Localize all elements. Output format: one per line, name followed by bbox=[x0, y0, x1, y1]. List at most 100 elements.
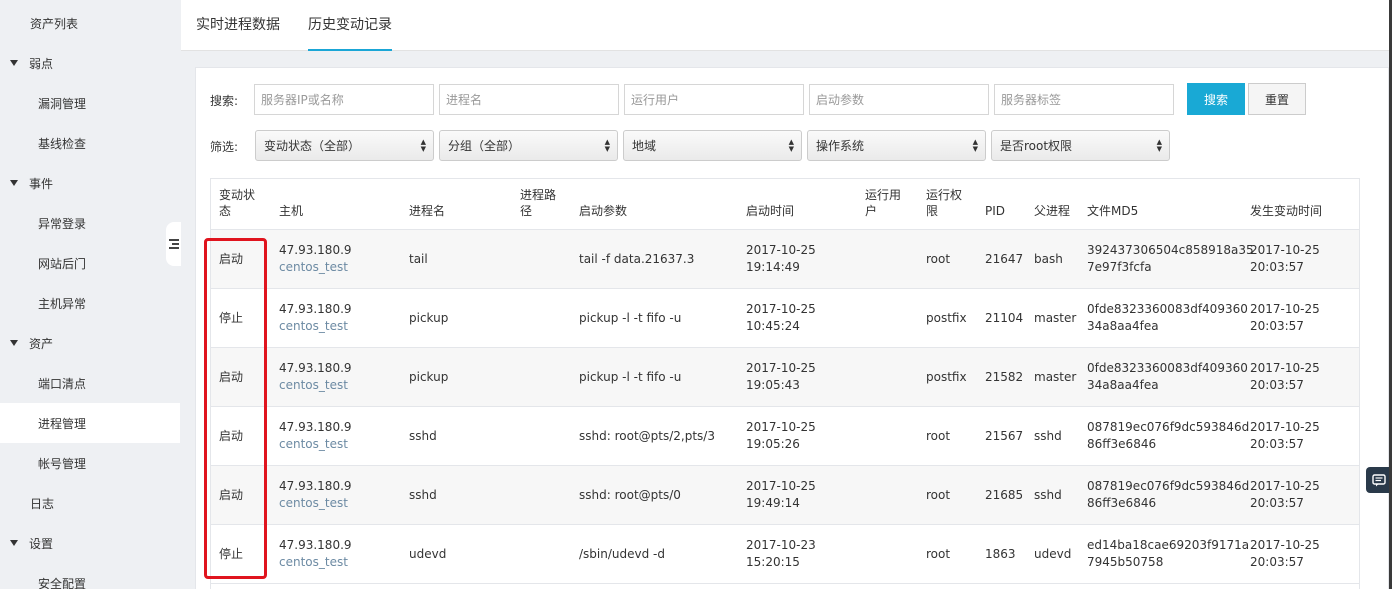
sidebar-item-process-manage[interactable]: 进程管理 bbox=[0, 403, 180, 443]
header-line: 发生变动时间 bbox=[1250, 204, 1323, 218]
table-row[interactable]: 启动 47.93.180.9 centos_test pickup pickup -l … bbox=[211, 348, 1359, 407]
server-ip-input[interactable] bbox=[254, 84, 434, 115]
column-header-start[interactable]: 启动时间 bbox=[746, 203, 794, 219]
select-value: 地域 bbox=[632, 139, 657, 153]
host-name-link[interactable]: centos_test bbox=[279, 259, 352, 276]
caret-down-icon bbox=[10, 340, 18, 346]
tab-realtime-process[interactable]: 实时进程数据 bbox=[196, 0, 280, 51]
column-header-proc[interactable]: 进程名 bbox=[409, 203, 445, 219]
sidebar-item-log[interactable]: 日志 bbox=[0, 483, 180, 523]
sidebar-item-weakness[interactable]: 弱点 bbox=[0, 43, 180, 83]
change-status-select[interactable]: 变动状态（全部） ▲ ▼ bbox=[255, 130, 434, 161]
cell-text: 2017-10-25 bbox=[1250, 420, 1320, 434]
column-header-user[interactable]: 运行用户 bbox=[865, 187, 901, 219]
permission-cell: postfix bbox=[926, 310, 967, 327]
header-line: 运行权 bbox=[926, 188, 963, 202]
select-arrows-icon: ▲ ▼ bbox=[420, 138, 426, 153]
sidebar-item-host-abnormal[interactable]: 主机异常 bbox=[0, 283, 180, 323]
process-name-input[interactable] bbox=[439, 84, 619, 115]
cell-text: 47.93.180.9 bbox=[279, 479, 352, 493]
cell-text: 0fde8323360083df409360 bbox=[1087, 302, 1248, 316]
cell-text: 21647 bbox=[985, 252, 1024, 266]
sidebar-item-port-inventory[interactable]: 端口清点 bbox=[0, 363, 180, 403]
host-cell: 47.93.180.9 centos_test bbox=[279, 242, 352, 276]
column-header-md5[interactable]: 文件MD5 bbox=[1087, 203, 1138, 219]
md5-cell: 392437306504c858918a35 7e97f3fcfa bbox=[1087, 242, 1254, 276]
table-row[interactable]: 停止 47.93.180.9 centos_test pickup pickup -l … bbox=[211, 289, 1359, 348]
column-header-status[interactable]: 变动状态 bbox=[219, 187, 255, 219]
host-cell: 47.93.180.9 centos_test bbox=[279, 360, 352, 394]
cell-text: 47.93.180.9 bbox=[279, 538, 352, 552]
sidebar-item-event[interactable]: 事件 bbox=[0, 163, 180, 203]
column-header-path[interactable]: 进程路径 bbox=[520, 187, 556, 219]
start-time-cell: 2017-10-25 10:45:24 bbox=[746, 301, 816, 335]
process-history-table: 变动状态主机 进程名 进程路径启动参数 启动时间 运行用户运行权限 PID 父进程 文件MD5… bbox=[210, 178, 1360, 589]
run-user-input[interactable] bbox=[624, 84, 804, 115]
column-header-perm[interactable]: 运行权限 bbox=[926, 187, 962, 219]
cell-text: 47.93.180.9 bbox=[279, 243, 352, 257]
cell-text: 10:45:24 bbox=[746, 319, 800, 333]
reset-button[interactable]: 重置 bbox=[1248, 83, 1306, 115]
cell-text: 2017-10-25 bbox=[746, 420, 816, 434]
cell-text: root bbox=[926, 547, 951, 561]
host-name-link[interactable]: centos_test bbox=[279, 318, 352, 335]
root-permission-select[interactable]: 是否root权限 ▲ ▼ bbox=[991, 130, 1170, 161]
sidebar-item-vuln-manage[interactable]: 漏洞管理 bbox=[0, 83, 180, 123]
start-args-input[interactable] bbox=[809, 84, 989, 115]
header-line: 文件MD5 bbox=[1087, 204, 1139, 218]
sidebar-item-asset[interactable]: 资产 bbox=[0, 323, 180, 363]
tab-bar: 实时进程数据 历史变动记录 bbox=[181, 0, 1389, 51]
table-row[interactable]: 启动 47.93.180.9 centos_test sshd sshd: root@p… bbox=[211, 466, 1359, 525]
sidebar-item-security-config[interactable]: 安全配置 bbox=[0, 563, 180, 589]
table-row[interactable]: 停止 47.93.180.9 centos_test udevd/sbin/udevd… bbox=[211, 525, 1359, 584]
pid-cell: 21582 bbox=[985, 369, 1023, 386]
server-tag-input[interactable] bbox=[994, 84, 1174, 115]
pid-cell: 21647 bbox=[985, 251, 1023, 268]
cell-text: tail -f data.21637.3 bbox=[579, 252, 695, 266]
host-name-link[interactable]: centos_test bbox=[279, 495, 352, 512]
sidebar-item-label: 事件 bbox=[29, 176, 54, 191]
column-header-host[interactable]: 主机 bbox=[279, 203, 303, 219]
host-name-link[interactable]: centos_test bbox=[279, 554, 352, 571]
change-time-cell: 2017-10-25 20:03:57 bbox=[1250, 419, 1320, 453]
cell-text: 19:05:43 bbox=[746, 378, 800, 392]
search-label: 搜索: bbox=[210, 94, 239, 108]
column-header-pid[interactable]: PID bbox=[985, 203, 1005, 219]
start-args-cell: sshd: root@pts/0 bbox=[579, 487, 681, 504]
host-name-link[interactable]: centos_test bbox=[279, 436, 352, 453]
sidebar-item-account-manage[interactable]: 帐号管理 bbox=[0, 443, 180, 483]
table-row[interactable]: 启动 47.93.180.9 centos_test tail tail -f data… bbox=[211, 230, 1359, 289]
sidebar-item-label: 日志 bbox=[30, 496, 55, 511]
collapse-sidebar-icon[interactable] bbox=[166, 222, 182, 266]
group-select[interactable]: 分组（全部） ▲ ▼ bbox=[439, 130, 618, 161]
select-value: 操作系统 bbox=[816, 139, 865, 153]
sidebar-item-abnormal-login[interactable]: 异常登录 bbox=[0, 203, 180, 243]
main-content: 实时进程数据 历史变动记录 搜索: 搜索 重置 筛选: 变动状态（全部） ▲▼ 分… bbox=[181, 0, 1392, 589]
cell-text: postfix bbox=[926, 370, 967, 384]
sidebar-item-web-backdoor[interactable]: 网站后门 bbox=[0, 243, 180, 283]
column-header-args[interactable]: 启动参数 bbox=[579, 203, 627, 219]
sidebar-item-baseline-check[interactable]: 基线检查 bbox=[0, 123, 180, 163]
column-header-changed[interactable]: 发生变动时间 bbox=[1250, 203, 1322, 219]
os-select[interactable]: 操作系统 ▲ ▼ bbox=[807, 130, 986, 161]
cell-text: master bbox=[1034, 370, 1077, 384]
cell-text: 86ff3e6846 bbox=[1087, 496, 1157, 510]
cell-text: sshd bbox=[1034, 488, 1062, 502]
cell-text: 2017-10-25 bbox=[746, 361, 816, 375]
header-line: 变动状 bbox=[219, 188, 256, 202]
pid-cell: 21685 bbox=[985, 487, 1023, 504]
sidebar-item-label: 端口清点 bbox=[38, 376, 87, 391]
host-name-link[interactable]: centos_test bbox=[279, 377, 352, 394]
column-header-parent[interactable]: 父进程 bbox=[1034, 203, 1070, 219]
tab-history-changes[interactable]: 历史变动记录 bbox=[308, 0, 392, 51]
cell-text: pickup -l -t fifo -u bbox=[579, 370, 682, 384]
cell-text: sshd bbox=[409, 429, 437, 443]
cell-text: udevd bbox=[409, 547, 447, 561]
sidebar-item-asset-list[interactable]: 资产列表 bbox=[0, 3, 180, 43]
region-select[interactable]: 地域 ▲ ▼ bbox=[623, 130, 802, 161]
header-line: 启动时间 bbox=[746, 204, 795, 218]
sidebar-item-settings[interactable]: 设置 bbox=[0, 523, 180, 563]
cell-text: 392437306504c858918a35 bbox=[1087, 243, 1254, 257]
table-row[interactable]: 启动 47.93.180.9 centos_test sshd sshd: root@p… bbox=[211, 407, 1359, 466]
search-button[interactable]: 搜索 bbox=[1187, 83, 1245, 115]
